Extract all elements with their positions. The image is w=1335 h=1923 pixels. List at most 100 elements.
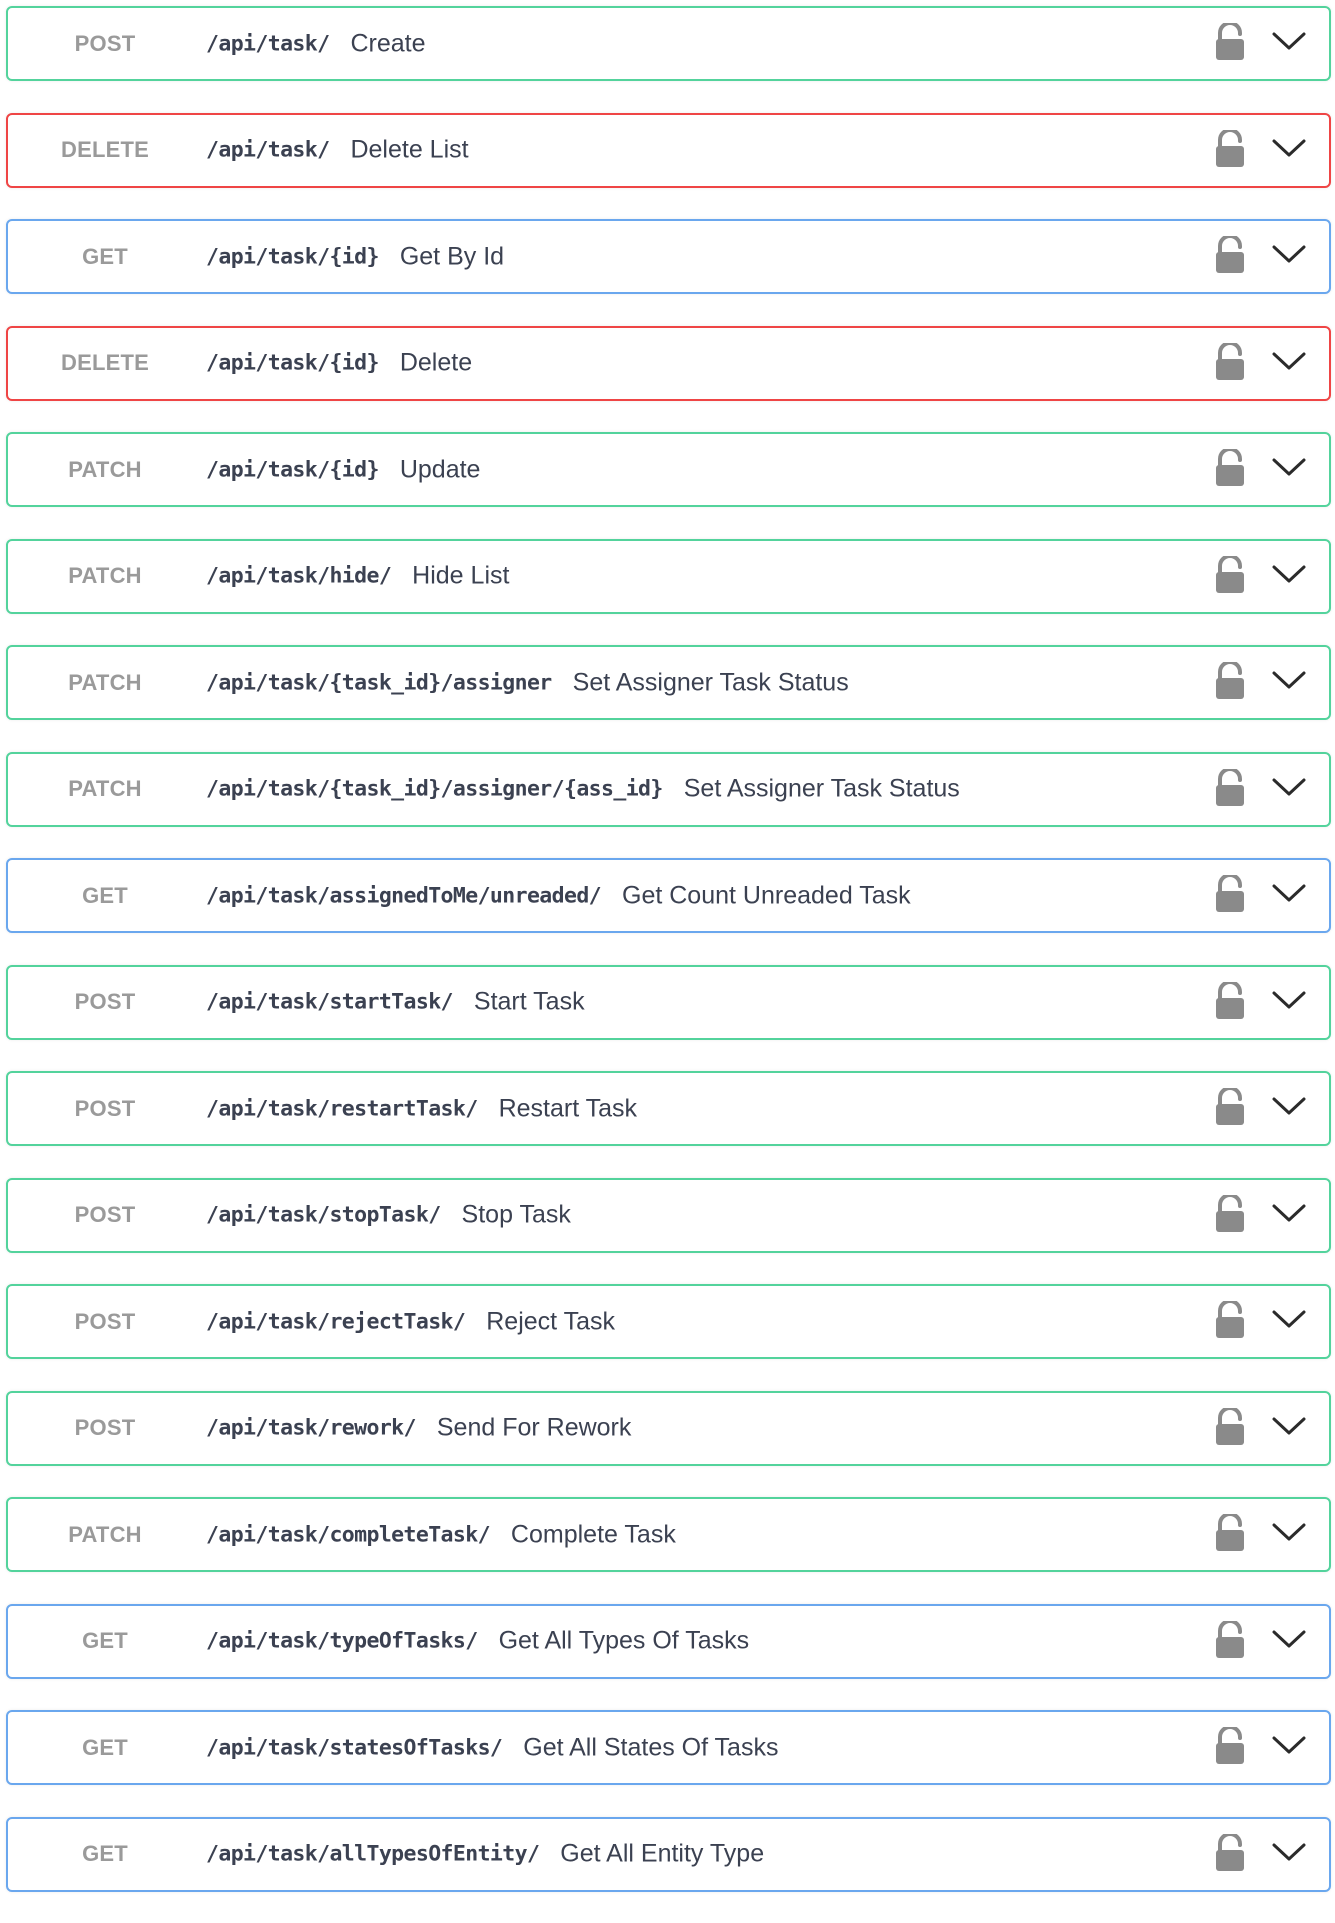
chevron-down-icon[interactable] <box>1271 989 1307 1011</box>
operation-path: /api/task/ <box>206 31 330 56</box>
operation-path-group: /api/task/{id} Get By Id <box>206 242 504 271</box>
operation-path-group: /api/task/completeTask/ Complete Task <box>206 1520 676 1549</box>
operation-path: /api/task/startTask/ <box>206 989 453 1015</box>
lock-icon[interactable] <box>1213 129 1247 168</box>
method-badge: POST <box>74 989 136 1014</box>
method-badge: PATCH <box>68 456 142 482</box>
operation-path: /api/task/restartTask/ <box>206 1096 478 1121</box>
operation-post-10[interactable]: POST /api/task/restartTask/ Restart Task <box>6 1071 1331 1146</box>
chevron-down-icon[interactable] <box>1271 882 1307 904</box>
operation-path-group: /api/task/startTask/ Start Task <box>206 988 585 1017</box>
lock-icon[interactable] <box>1213 236 1247 274</box>
operation-path: /api/task/rework/ <box>206 1415 416 1441</box>
lock-icon[interactable] <box>1213 342 1247 381</box>
operation-post-11[interactable]: POST /api/task/stopTask/ Stop Task <box>6 1177 1331 1253</box>
method-badge: GET <box>82 882 128 908</box>
method-badge: GET <box>82 1628 128 1653</box>
operation-path: /api/task/ <box>206 137 330 163</box>
operation-path-group: /api/task/{task_id}/assigner/{ass_id} Se… <box>206 775 960 804</box>
operation-path: /api/task/{task_id}/assigner <box>206 670 552 695</box>
lock-icon[interactable] <box>1213 1620 1247 1659</box>
lock-icon[interactable] <box>1213 1727 1247 1765</box>
lock-icon[interactable] <box>1213 1088 1247 1126</box>
chevron-down-icon[interactable] <box>1271 1202 1307 1224</box>
chevron-down-icon[interactable] <box>1271 243 1307 265</box>
operation-path-group: /api/task/{id} Update <box>206 455 480 484</box>
lock-icon[interactable] <box>1213 1514 1247 1552</box>
chevron-down-icon[interactable] <box>1271 137 1307 159</box>
operation-post-13[interactable]: POST /api/task/rework/ Send For Rework <box>6 1390 1331 1466</box>
operation-get-15[interactable]: GET /api/task/typeOfTasks/ Get All Types… <box>6 1603 1331 1679</box>
lock-icon[interactable] <box>1213 555 1247 594</box>
operation-delete-1[interactable]: DELETE /api/task/ Delete List <box>6 112 1331 188</box>
chevron-down-icon[interactable] <box>1271 1628 1307 1650</box>
operation-summary: Send For Rework <box>436 1413 632 1442</box>
method-badge: POST <box>74 1308 136 1334</box>
operation-summary: Set Assigner Task Status <box>572 668 849 696</box>
operation-path: /api/task/{id} <box>206 244 379 269</box>
operation-summary: Set Assigner Task Status <box>683 774 960 803</box>
operation-path: /api/task/hide/ <box>206 563 392 589</box>
lock-icon[interactable] <box>1213 981 1247 1020</box>
operation-patch-4[interactable]: PATCH /api/task/{id} Update <box>6 432 1331 507</box>
chevron-down-icon[interactable] <box>1271 1308 1307 1330</box>
operation-post-9[interactable]: POST /api/task/startTask/ Start Task <box>6 964 1331 1040</box>
lock-icon[interactable] <box>1213 875 1247 913</box>
operation-patch-14[interactable]: PATCH /api/task/completeTask/ Complete T… <box>6 1497 1331 1572</box>
method-badge: GET <box>82 1734 128 1760</box>
operation-summary: Get All Entity Type <box>560 1839 765 1868</box>
method-badge: DELETE <box>61 350 149 375</box>
lock-icon[interactable] <box>1213 449 1247 487</box>
operation-patch-7[interactable]: PATCH /api/task/{task_id}/assigner/{ass_… <box>6 751 1331 827</box>
operation-get-8[interactable]: GET /api/task/assignedToMe/unreaded/ Get… <box>6 858 1331 933</box>
lock-icon[interactable] <box>1213 768 1247 807</box>
operation-path: /api/task/stopTask/ <box>206 1202 441 1228</box>
operation-delete-3[interactable]: DELETE /api/task/{id} Delete <box>6 325 1331 401</box>
chevron-down-icon[interactable] <box>1271 669 1307 691</box>
operation-summary: Get All States Of Tasks <box>523 1733 779 1761</box>
method-badge: POST <box>74 1415 136 1440</box>
lock-icon[interactable] <box>1213 1194 1247 1233</box>
operations-list: POST /api/task/ Create DELETE /api/task/… <box>6 6 1331 1923</box>
operation-get-2[interactable]: GET /api/task/{id} Get By Id <box>6 219 1331 294</box>
operation-path-group: /api/task/{task_id}/assigner Set Assigne… <box>206 668 849 697</box>
lock-icon[interactable] <box>1213 1407 1247 1446</box>
chevron-down-icon[interactable] <box>1271 456 1307 478</box>
operation-path-group: /api/task/statesOfTasks/ Get All States … <box>206 1733 778 1762</box>
chevron-down-icon[interactable] <box>1271 1095 1307 1117</box>
method-badge: POST <box>74 30 136 56</box>
operation-summary: Hide List <box>412 561 510 590</box>
operation-path: /api/task/{task_id}/assigner/{ass_id} <box>206 776 663 802</box>
operation-path-group: /api/task/ Delete List <box>206 136 469 165</box>
operation-post-0[interactable]: POST /api/task/ Create <box>6 6 1331 81</box>
operation-summary: Complete Task <box>510 1520 676 1548</box>
operation-summary: Start Task <box>473 987 585 1016</box>
operation-post-12[interactable]: POST /api/task/rejectTask/ Reject Task <box>6 1284 1331 1359</box>
method-badge: PATCH <box>68 563 142 588</box>
method-badge: POST <box>74 1095 136 1121</box>
operation-summary: Get By Id <box>399 242 505 270</box>
method-badge: PATCH <box>68 776 142 801</box>
chevron-down-icon[interactable] <box>1271 1841 1307 1863</box>
operation-get-17[interactable]: GET /api/task/allTypesOfEntity/ Get All … <box>6 1816 1331 1892</box>
chevron-down-icon[interactable] <box>1271 563 1307 585</box>
lock-icon[interactable] <box>1213 1833 1247 1872</box>
operation-get-16[interactable]: GET /api/task/statesOfTasks/ Get All Sta… <box>6 1710 1331 1785</box>
chevron-down-icon[interactable] <box>1271 1734 1307 1756</box>
operation-patch-5[interactable]: PATCH /api/task/hide/ Hide List <box>6 538 1331 614</box>
operation-path: /api/task/{id} <box>206 457 379 482</box>
chevron-down-icon[interactable] <box>1271 1521 1307 1543</box>
operation-summary: Reject Task <box>486 1307 615 1335</box>
lock-icon[interactable] <box>1213 662 1247 700</box>
operation-patch-6[interactable]: PATCH /api/task/{task_id}/assigner Set A… <box>6 645 1331 720</box>
operation-summary: Get Count Unreaded Task <box>622 881 911 909</box>
chevron-down-icon[interactable] <box>1271 1415 1307 1437</box>
chevron-down-icon[interactable] <box>1271 350 1307 372</box>
chevron-down-icon[interactable] <box>1271 30 1307 52</box>
lock-icon[interactable] <box>1213 1301 1247 1339</box>
operation-path: /api/task/completeTask/ <box>206 1522 491 1547</box>
lock-icon[interactable] <box>1213 23 1247 61</box>
operation-summary: Create <box>350 29 426 57</box>
method-badge: GET <box>82 1841 128 1866</box>
chevron-down-icon[interactable] <box>1271 776 1307 798</box>
